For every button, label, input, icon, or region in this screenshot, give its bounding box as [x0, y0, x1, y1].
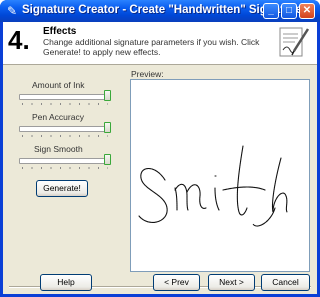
pen-accuracy-slider[interactable]: [19, 122, 111, 137]
slider-thumb[interactable]: [104, 90, 111, 101]
generate-button[interactable]: Generate!: [36, 180, 88, 197]
pen-accuracy-label: Pen Accuracy: [32, 112, 84, 122]
slider-ticks: [22, 103, 108, 105]
minimize-button[interactable]: _: [263, 3, 279, 19]
slider-track: [19, 94, 111, 100]
sign-smooth-slider[interactable]: [19, 154, 111, 169]
step-description: Change additional signature parameters i…: [43, 37, 260, 57]
signature-creator-window: ✎ Signature Creator - Create "Handwritte…: [0, 0, 320, 297]
next-button[interactable]: Next >: [208, 274, 255, 291]
help-button[interactable]: Help: [40, 274, 92, 291]
slider-ticks: [22, 135, 108, 137]
cancel-button[interactable]: Cancel: [261, 274, 310, 291]
signature-document-icon: [279, 27, 310, 57]
signature-image: [138, 145, 288, 227]
amount-of-ink-label: Amount of Ink: [32, 80, 85, 90]
slider-track: [19, 158, 111, 164]
close-button[interactable]: ✕: [299, 3, 315, 19]
title-bar[interactable]: ✎ Signature Creator - Create "Handwritte…: [0, 0, 320, 22]
preview-label: Preview:: [131, 69, 164, 79]
step-title: Effects: [43, 26, 77, 37]
sign-smooth-label: Sign Smooth: [34, 144, 83, 154]
slider-thumb[interactable]: [104, 154, 111, 165]
slider-ticks: [22, 167, 108, 169]
step-number: 4.: [8, 25, 30, 55]
wizard-body: 4. Effects Change additional signature p…: [3, 22, 317, 294]
pen-icon: ✎: [6, 4, 18, 18]
wizard-header: 4. Effects Change additional signature p…: [3, 22, 317, 65]
window-title: Signature Creator - Create "Handwritten"…: [22, 4, 302, 16]
signature-preview: [130, 79, 310, 272]
maximize-button[interactable]: □: [281, 3, 297, 19]
prev-button[interactable]: < Prev: [153, 274, 200, 291]
amount-of-ink-slider[interactable]: [19, 90, 111, 105]
slider-thumb[interactable]: [104, 122, 111, 133]
slider-track: [19, 126, 111, 132]
